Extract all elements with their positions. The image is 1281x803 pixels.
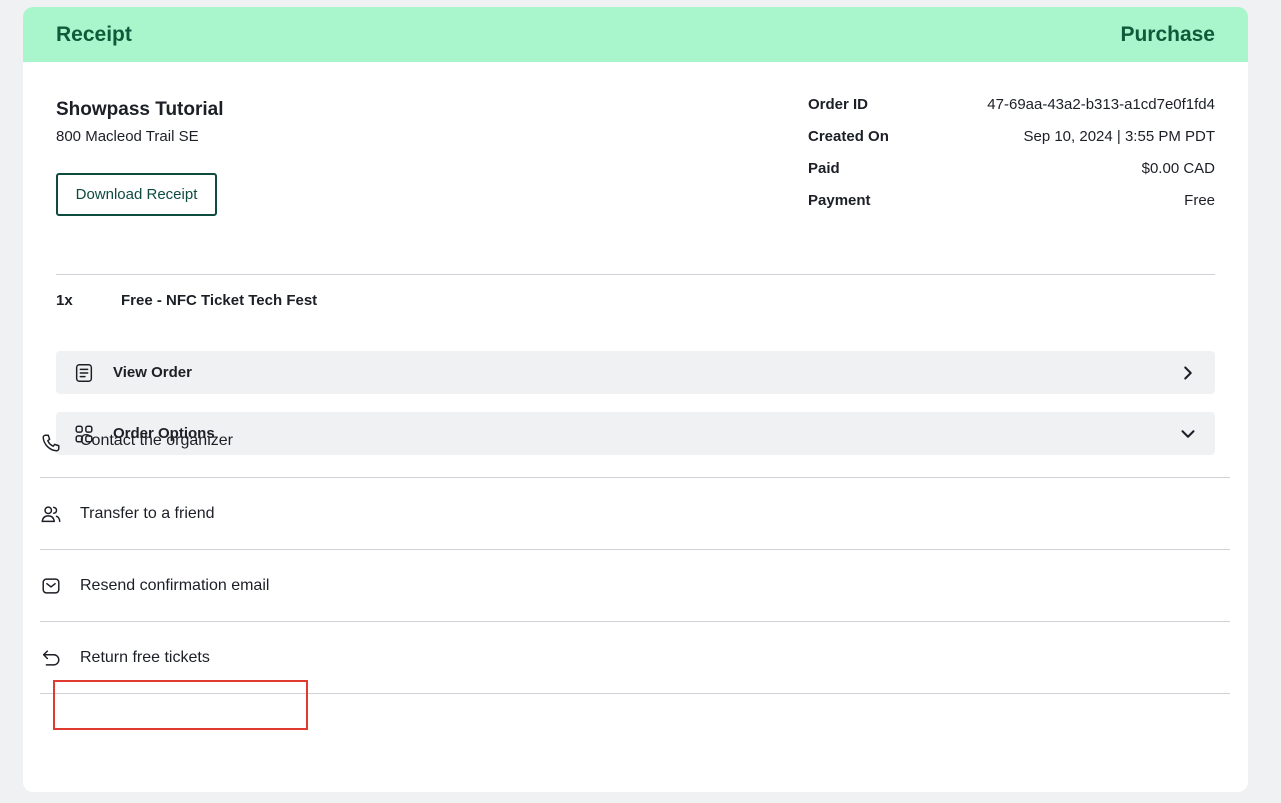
- receipt-header: Receipt Purchase: [23, 7, 1248, 62]
- users-icon: [40, 503, 62, 525]
- line-item-quantity: 1x: [56, 292, 73, 309]
- contact-organizer-label: Contact the organizer: [80, 432, 233, 449]
- paid-row: Paid $0.00 CAD: [808, 160, 1215, 192]
- receipt-title: Receipt: [56, 22, 132, 46]
- order-options-list: Contact the organizer Transfer to a frie…: [40, 408, 1230, 694]
- mail-icon: [40, 575, 62, 597]
- line-item-name: Free - NFC Ticket Tech Fest: [121, 292, 318, 309]
- resend-email-option[interactable]: Resend confirmation email: [40, 550, 1230, 622]
- return-tickets-label: Return free tickets: [80, 648, 210, 666]
- download-receipt-button[interactable]: Download Receipt: [56, 173, 217, 216]
- created-on-value: Sep 10, 2024 | 3:55 PM PDT: [1023, 128, 1215, 145]
- order-id-value: 47-69aa-43a2-b313-a1cd7e0f1fd4: [987, 96, 1215, 113]
- paid-value: $0.00 CAD: [1141, 160, 1215, 177]
- created-on-label: Created On: [808, 128, 889, 145]
- purchase-title: Purchase: [1120, 22, 1215, 46]
- chevron-right-icon: [1177, 362, 1199, 384]
- receipt-card: Receipt Purchase Showpass Tutorial 800 M…: [23, 7, 1248, 792]
- view-order-label: View Order: [113, 364, 192, 381]
- payment-value: Free: [1184, 192, 1215, 209]
- divider: [56, 274, 1215, 275]
- paid-label: Paid: [808, 160, 840, 177]
- view-order-row[interactable]: View Order: [56, 351, 1215, 394]
- organizer-address: 800 Macleod Trail SE: [56, 128, 199, 145]
- order-id-row: Order ID 47-69aa-43a2-b313-a1cd7e0f1fd4: [808, 96, 1215, 128]
- contact-organizer-option[interactable]: Contact the organizer: [40, 408, 1230, 478]
- document-icon: [73, 362, 95, 384]
- payment-row: Payment Free: [808, 192, 1215, 224]
- return-arrow-icon: [40, 647, 62, 669]
- order-meta: Order ID 47-69aa-43a2-b313-a1cd7e0f1fd4 …: [808, 96, 1215, 224]
- transfer-friend-label: Transfer to a friend: [80, 504, 215, 522]
- order-id-label: Order ID: [808, 96, 869, 113]
- line-item: 1x Free - NFC Ticket Tech Fest: [56, 292, 317, 309]
- created-on-row: Created On Sep 10, 2024 | 3:55 PM PDT: [808, 128, 1215, 160]
- organizer-name: Showpass Tutorial: [56, 99, 224, 120]
- return-tickets-option[interactable]: Return free tickets: [40, 622, 1230, 694]
- phone-icon: [40, 432, 62, 454]
- transfer-friend-option[interactable]: Transfer to a friend: [40, 478, 1230, 550]
- payment-label: Payment: [808, 192, 871, 209]
- resend-email-label: Resend confirmation email: [80, 576, 270, 594]
